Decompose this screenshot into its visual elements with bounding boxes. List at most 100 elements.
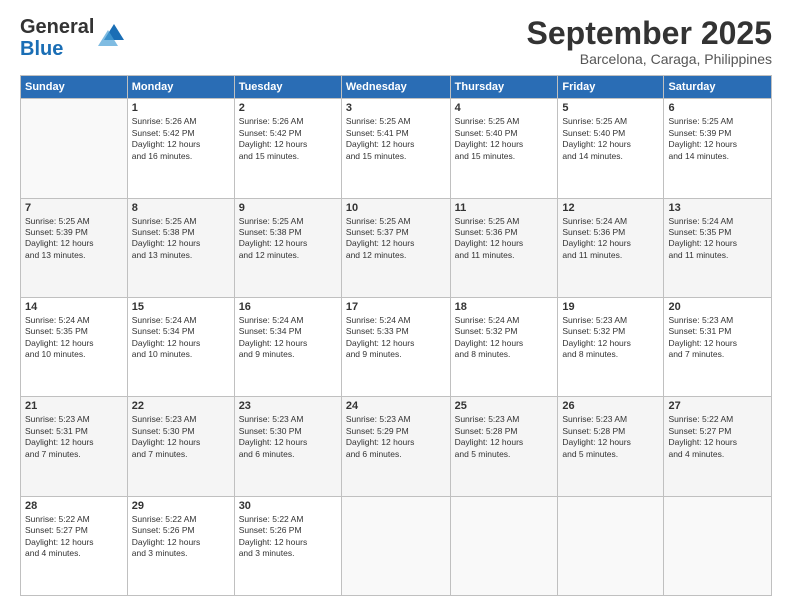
day-number: 19 (562, 301, 659, 313)
day-number: 21 (25, 400, 123, 412)
day-info: Sunrise: 5:25 AM Sunset: 5:40 PM Dayligh… (455, 116, 554, 162)
day-info: Sunrise: 5:26 AM Sunset: 5:42 PM Dayligh… (239, 116, 337, 162)
day-info: Sunrise: 5:22 AM Sunset: 5:26 PM Dayligh… (239, 514, 337, 560)
day-info: Sunrise: 5:24 AM Sunset: 5:34 PM Dayligh… (132, 315, 230, 361)
day-info: Sunrise: 5:24 AM Sunset: 5:36 PM Dayligh… (562, 216, 659, 262)
table-row: 9 Sunrise: 5:25 AM Sunset: 5:38 PM Daylig… (234, 198, 341, 297)
logo-line1: General (20, 16, 94, 38)
day-number: 8 (132, 202, 230, 214)
location-subtitle: Barcelona, Caraga, Philippines (527, 51, 772, 67)
day-info: Sunrise: 5:23 AM Sunset: 5:32 PM Dayligh… (562, 315, 659, 361)
table-row: 1 Sunrise: 5:26 AM Sunset: 5:42 PM Daylig… (127, 99, 234, 198)
table-row: 3Sunrise: 5:25 AM Sunset: 5:41 PM Daylig… (341, 99, 450, 198)
table-row: 10Sunrise: 5:25 AM Sunset: 5:37 PM Dayli… (341, 198, 450, 297)
calendar-week-row: 7 Sunrise: 5:25 AM Sunset: 5:39 PM Daylig… (21, 198, 772, 297)
table-row: 27 Sunrise: 5:22 AM Sunset: 5:27 PM Dayli… (664, 397, 772, 496)
day-number: 28 (25, 500, 123, 512)
calendar-week-row: 28 Sunrise: 5:22 AM Sunset: 5:27 PM Dayli… (21, 496, 772, 595)
logo-icon (96, 20, 128, 48)
day-number: 23 (239, 400, 337, 412)
table-row: 6 Sunrise: 5:25 AM Sunset: 5:39 PM Daylig… (664, 99, 772, 198)
day-number: 22 (132, 400, 230, 412)
day-number: 25 (455, 400, 554, 412)
day-info: Sunrise: 5:22 AM Sunset: 5:27 PM Dayligh… (668, 414, 767, 460)
day-info: Sunrise: 5:22 AM Sunset: 5:26 PM Dayligh… (132, 514, 230, 560)
table-row: 4 Sunrise: 5:25 AM Sunset: 5:40 PM Daylig… (450, 99, 558, 198)
day-number: 29 (132, 500, 230, 512)
table-row (341, 496, 450, 595)
day-info: Sunrise: 5:26 AM Sunset: 5:42 PM Dayligh… (132, 116, 230, 162)
day-number: 7 (25, 202, 123, 214)
day-number: 1 (132, 102, 230, 114)
table-row (450, 496, 558, 595)
table-row: 26 Sunrise: 5:23 AM Sunset: 5:28 PM Dayli… (558, 397, 664, 496)
day-info: Sunrise: 5:23 AM Sunset: 5:30 PM Dayligh… (239, 414, 337, 460)
table-row: 8 Sunrise: 5:25 AM Sunset: 5:38 PM Daylig… (127, 198, 234, 297)
day-number: 18 (455, 301, 554, 313)
table-row: 28 Sunrise: 5:22 AM Sunset: 5:27 PM Dayli… (21, 496, 128, 595)
col-monday: Monday (127, 76, 234, 99)
table-row: 23 Sunrise: 5:23 AM Sunset: 5:30 PM Dayli… (234, 397, 341, 496)
table-row: 5Sunrise: 5:25 AM Sunset: 5:40 PM Daylig… (558, 99, 664, 198)
day-number: 26 (562, 400, 659, 412)
col-thursday: Thursday (450, 76, 558, 99)
col-friday: Friday (558, 76, 664, 99)
day-number: 6 (668, 102, 767, 114)
day-number: 9 (239, 202, 337, 214)
col-wednesday: Wednesday (341, 76, 450, 99)
day-info: Sunrise: 5:23 AM Sunset: 5:29 PM Dayligh… (346, 414, 446, 460)
day-info: Sunrise: 5:22 AM Sunset: 5:27 PM Dayligh… (25, 514, 123, 560)
calendar-week-row: 1 Sunrise: 5:26 AM Sunset: 5:42 PM Daylig… (21, 99, 772, 198)
table-row: 13Sunrise: 5:24 AM Sunset: 5:35 PM Dayli… (664, 198, 772, 297)
day-info: Sunrise: 5:25 AM Sunset: 5:38 PM Dayligh… (239, 216, 337, 262)
day-info: Sunrise: 5:25 AM Sunset: 5:38 PM Dayligh… (132, 216, 230, 262)
day-info: Sunrise: 5:23 AM Sunset: 5:31 PM Dayligh… (25, 414, 123, 460)
table-row: 7 Sunrise: 5:25 AM Sunset: 5:39 PM Daylig… (21, 198, 128, 297)
day-info: Sunrise: 5:24 AM Sunset: 5:33 PM Dayligh… (346, 315, 446, 361)
header: General Blue September 2025 Barcelona, C… (20, 16, 772, 67)
day-info: Sunrise: 5:25 AM Sunset: 5:41 PM Dayligh… (346, 116, 446, 162)
table-row: 22Sunrise: 5:23 AM Sunset: 5:30 PM Dayli… (127, 397, 234, 496)
logo: General Blue (20, 16, 128, 60)
table-row: 14Sunrise: 5:24 AM Sunset: 5:35 PM Dayli… (21, 297, 128, 396)
table-row: 12 Sunrise: 5:24 AM Sunset: 5:36 PM Dayli… (558, 198, 664, 297)
day-number: 12 (562, 202, 659, 214)
table-row: 24 Sunrise: 5:23 AM Sunset: 5:29 PM Dayli… (341, 397, 450, 496)
table-row: 29 Sunrise: 5:22 AM Sunset: 5:26 PM Dayli… (127, 496, 234, 595)
col-saturday: Saturday (664, 76, 772, 99)
table-row: 2 Sunrise: 5:26 AM Sunset: 5:42 PM Daylig… (234, 99, 341, 198)
table-row: 15 Sunrise: 5:24 AM Sunset: 5:34 PM Dayli… (127, 297, 234, 396)
day-number: 2 (239, 102, 337, 114)
day-info: Sunrise: 5:23 AM Sunset: 5:28 PM Dayligh… (455, 414, 554, 460)
calendar-week-row: 14Sunrise: 5:24 AM Sunset: 5:35 PM Dayli… (21, 297, 772, 396)
day-number: 24 (346, 400, 446, 412)
day-number: 4 (455, 102, 554, 114)
table-row (664, 496, 772, 595)
day-info: Sunrise: 5:25 AM Sunset: 5:37 PM Dayligh… (346, 216, 446, 262)
day-info: Sunrise: 5:23 AM Sunset: 5:28 PM Dayligh… (562, 414, 659, 460)
table-row (558, 496, 664, 595)
col-sunday: Sunday (21, 76, 128, 99)
day-number: 17 (346, 301, 446, 313)
table-row: 17 Sunrise: 5:24 AM Sunset: 5:33 PM Dayli… (341, 297, 450, 396)
table-row: 11 Sunrise: 5:25 AM Sunset: 5:36 PM Dayli… (450, 198, 558, 297)
day-number: 16 (239, 301, 337, 313)
table-row: 18Sunrise: 5:24 AM Sunset: 5:32 PM Dayli… (450, 297, 558, 396)
calendar-table: Sunday Monday Tuesday Wednesday Thursday… (20, 75, 772, 596)
day-info: Sunrise: 5:25 AM Sunset: 5:39 PM Dayligh… (668, 116, 767, 162)
day-info: Sunrise: 5:25 AM Sunset: 5:39 PM Dayligh… (25, 216, 123, 262)
day-number: 30 (239, 500, 337, 512)
day-number: 11 (455, 202, 554, 214)
table-row: 30 Sunrise: 5:22 AM Sunset: 5:26 PM Dayli… (234, 496, 341, 595)
day-info: Sunrise: 5:25 AM Sunset: 5:40 PM Dayligh… (562, 116, 659, 162)
day-number: 27 (668, 400, 767, 412)
day-number: 20 (668, 301, 767, 313)
day-number: 15 (132, 301, 230, 313)
day-info: Sunrise: 5:25 AM Sunset: 5:36 PM Dayligh… (455, 216, 554, 262)
table-row: 20 Sunrise: 5:23 AM Sunset: 5:31 PM Dayli… (664, 297, 772, 396)
month-title: September 2025 (527, 16, 772, 51)
table-row: 16Sunrise: 5:24 AM Sunset: 5:34 PM Dayli… (234, 297, 341, 396)
day-number: 13 (668, 202, 767, 214)
day-info: Sunrise: 5:23 AM Sunset: 5:31 PM Dayligh… (668, 315, 767, 361)
calendar-header-row: Sunday Monday Tuesday Wednesday Thursday… (21, 76, 772, 99)
